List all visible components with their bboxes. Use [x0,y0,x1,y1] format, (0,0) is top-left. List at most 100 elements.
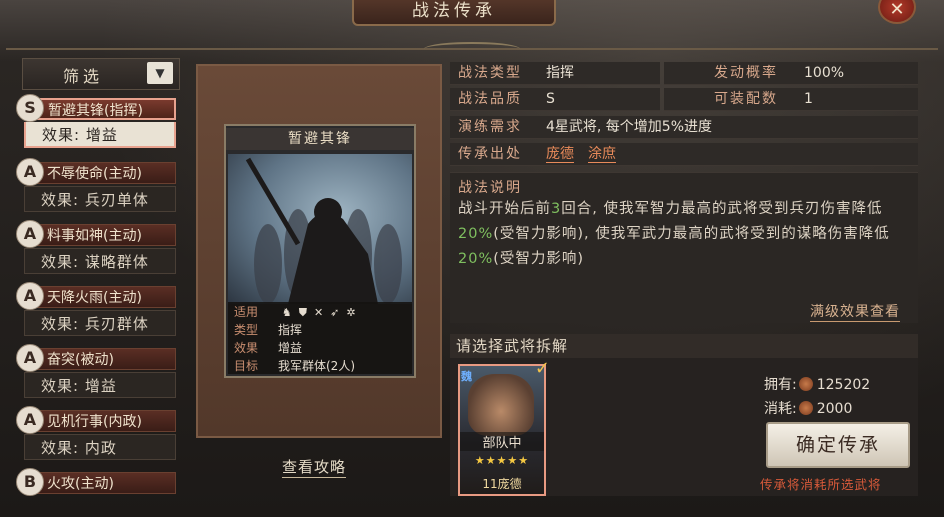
general-card[interactable]: 魏 ✓ 部队中 ★★★★★ 11庞德 [458,358,550,496]
highlight-number: 3 [551,201,562,217]
resource-value: 125202 [816,377,871,393]
skill-name: 料事如神(主动) [24,224,176,246]
skill-effect: 效果: 兵刃群体 [24,310,176,336]
card-row-effect: 效果 增益 [234,340,302,357]
highlight-number: 20% [458,226,494,242]
card-row-apply: 适用 ♞ ⛊ ✕ ➶ ✲ [234,304,356,321]
full-effect-link[interactable]: 满级效果查看 [810,301,900,322]
skill-name: 火攻(主动) [24,472,176,494]
field-label: 可装配数 [714,91,778,107]
skill-effect: 效果: 谋略群体 [24,248,176,274]
filter-label: 筛选 [63,67,104,86]
confirm-inherit-button[interactable]: 确定传承 [766,422,910,468]
text-span: (受智力影响), 使我军武力最高的武将受到的谋略伤害降低 [493,226,890,242]
resource-value: 2000 [816,401,853,417]
description-title: 战法说明 [458,180,522,196]
card-row-key: 目标 [234,359,259,373]
grade-badge: S [16,94,44,122]
window-title: 战法传承 [352,0,556,26]
field-label: 演练需求 [458,119,522,135]
copper-coin-icon [798,377,813,391]
field-label: 战法品质 [458,91,522,107]
shield-icon: ⛊ [298,306,307,319]
field-value: 1 [804,91,813,107]
source-link[interactable]: 庞德 [546,146,574,163]
bow-icon: ✕ [313,306,324,319]
field-value: 4星武将, 每个增加5%进度 [546,119,713,135]
ornament [424,42,520,56]
field-value: 100% [804,65,845,81]
skill-item[interactable]: 暂避其锋(指挥) 效果: 增益 S [16,94,176,150]
general-name: 11庞德 [482,477,522,491]
skill-item[interactable]: 不辱使命(主动) 效果: 兵刃单体 A [16,158,176,214]
field-label: 传承出处 [458,146,522,162]
owned-resource: 拥有: 125202 [764,374,870,394]
general-portrait [468,374,534,436]
skill-effect: 效果: 增益 [24,122,176,148]
general-unit: 部队中 [460,432,544,451]
wheel-icon: ✲ [346,306,356,319]
skill-quality-field: 战法品质 S [450,88,660,111]
skill-effect: 效果: 增益 [24,372,176,398]
inherit-source-field: 传承出处 庞德 涂庶 [450,143,918,166]
field-value: S [546,91,555,107]
card-illustration [228,154,412,304]
trigger-rate-field: 发动概率 100% [664,62,918,85]
grade-badge: B [16,468,44,496]
caret-down-icon[interactable]: ▼ [147,62,173,84]
check-icon: ✓ [534,358,550,379]
skill-name: 不辱使命(主动) [24,162,176,184]
warning-text: 传承将消耗所选武将 [760,477,882,492]
view-guide-link[interactable]: 查看攻略 [282,456,347,478]
skill-name: 暂避其锋(指挥) [24,98,176,120]
skill-card: 暂避其锋 适用 ♞ ⛊ ✕ ➶ ✲ 类型 指挥 效果 增益 目标 我军群体(2人… [224,124,416,378]
card-row-target: 目标 我军群体(2人) [234,358,355,375]
grade-badge: A [16,158,44,186]
card-row-value: 我军群体(2人) [278,359,355,373]
skill-item[interactable]: 料事如神(主动) 效果: 谋略群体 A [16,220,176,276]
description-text: 战斗开始后前3回合, 使我军智力最高的武将受到兵刃伤害降低20%(受智力影响),… [458,197,910,272]
skill-description: 战法说明 战斗开始后前3回合, 使我军智力最高的武将受到兵刃伤害降低20%(受智… [450,172,918,323]
equip-count-field: 可装配数 1 [664,88,918,111]
card-row-value: 指挥 [278,323,303,337]
filter-dropdown[interactable]: 筛选 ▼ [22,58,180,90]
grade-badge: A [16,344,44,372]
text-span: 回合, 使我军智力最高的武将受到兵刃伤害降低 [561,201,883,217]
field-label: 战法类型 [458,65,522,81]
card-title: 暂避其锋 [226,128,414,150]
resource-label: 拥有: [764,377,797,393]
cost-resource: 消耗: 2000 [764,398,852,418]
skill-effect: 效果: 兵刃单体 [24,186,176,212]
card-row-key: 效果 [234,341,259,355]
skill-item[interactable]: 奋突(被动) 效果: 增益 A [16,344,176,400]
highlight-number: 20% [458,251,494,267]
card-row-type: 类型 指挥 [234,322,302,339]
grade-badge: A [16,282,44,310]
spear-icon: ➶ [330,306,340,319]
card-info: 适用 ♞ ⛊ ✕ ➶ ✲ 类型 指挥 效果 增益 目标 我军群体(2人) [228,302,412,374]
skill-item[interactable]: 见机行事(内政) 效果: 内政 A [16,406,176,462]
card-row-key: 适用 [234,305,259,319]
text-span: 战斗开始后前 [458,201,551,217]
grade-badge: A [16,406,44,434]
skill-name: 奋突(被动) [24,348,176,370]
unit-type-icons: ♞ ⛊ ✕ ➶ ✲ [282,304,356,321]
text-span: (受智力影响) [493,251,585,267]
card-row-key: 类型 [234,323,259,337]
training-req-field: 演练需求 4星武将, 每个增加5%进度 [450,116,918,139]
cavalry-icon: ♞ [281,306,292,319]
star-rating: ★★★★★ [474,454,530,467]
skill-type-field: 战法类型 指挥 [450,62,660,85]
skill-item[interactable]: 天降火雨(主动) 效果: 兵刃群体 A [16,282,176,338]
skill-name: 天降火雨(主动) [24,286,176,308]
skill-effect: 效果: 内政 [24,434,176,460]
card-row-value: 增益 [278,341,303,355]
skill-item[interactable]: 火攻(主动) B [16,468,176,496]
copper-coin-icon [798,401,813,415]
skill-name: 见机行事(内政) [24,410,176,432]
choose-title: 请选择武将拆解 [450,334,918,358]
resource-label: 消耗: [764,401,797,417]
source-link[interactable]: 涂庶 [588,146,616,163]
grade-badge: A [16,220,44,248]
field-label: 发动概率 [714,65,778,81]
